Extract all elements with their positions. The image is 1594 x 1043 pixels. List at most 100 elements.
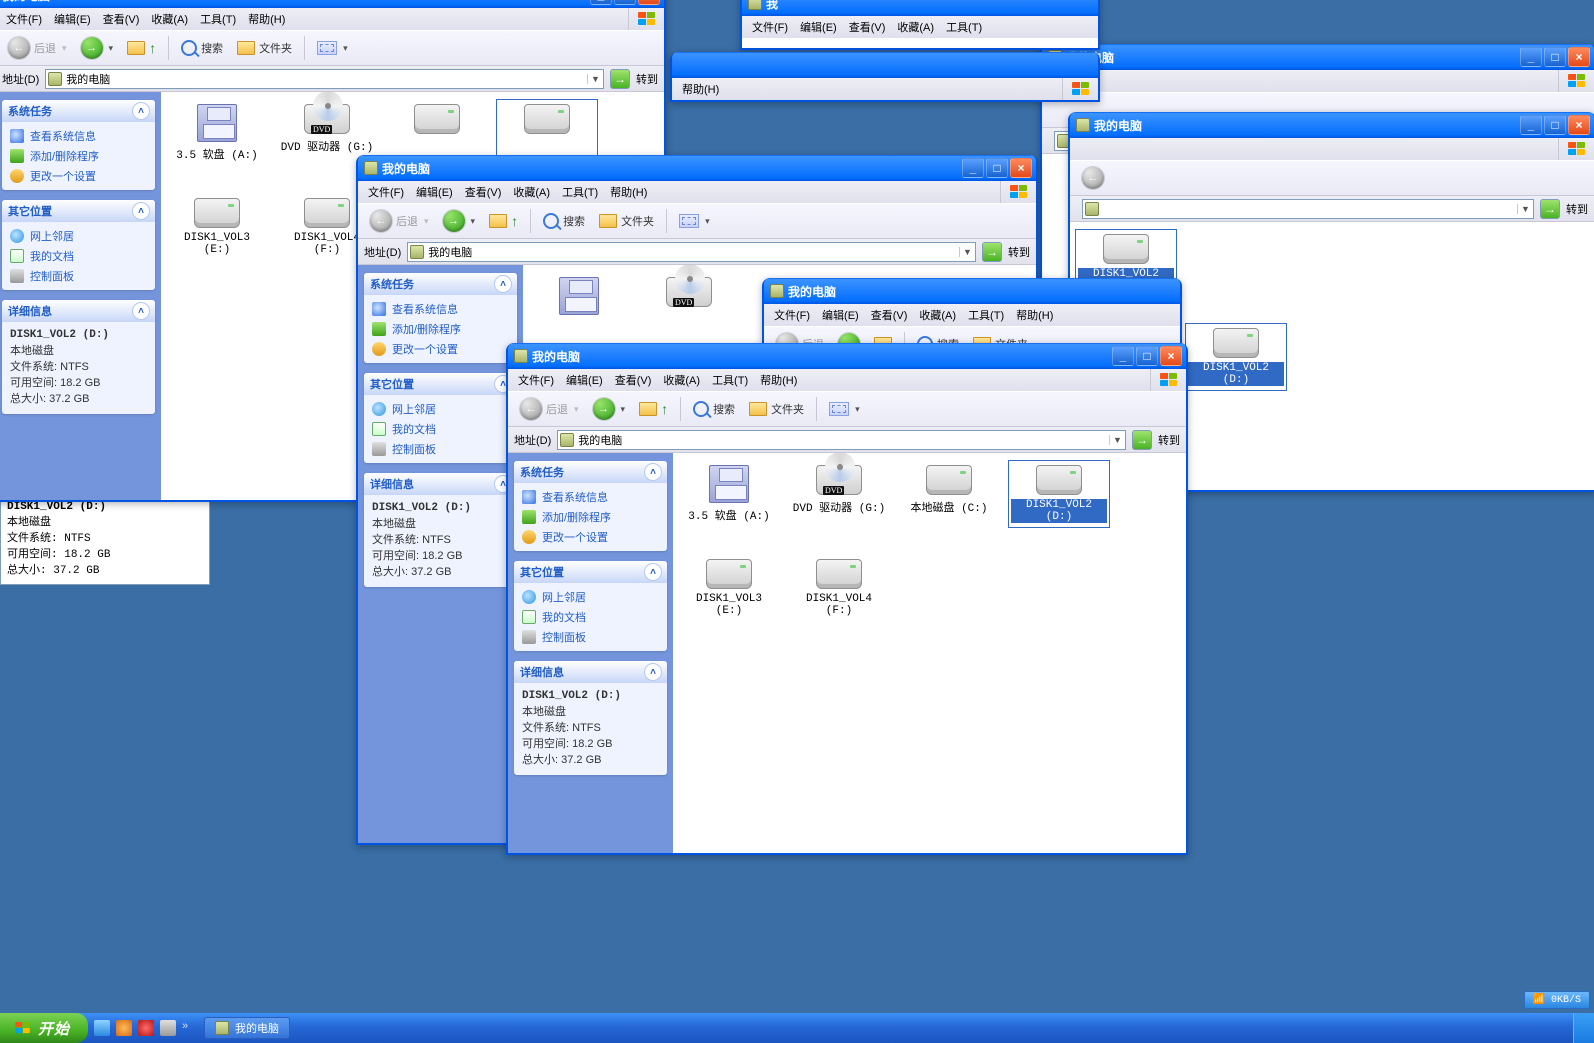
minimize-button[interactable]: _ xyxy=(1112,346,1134,366)
views-button[interactable]: ▾ xyxy=(823,395,866,423)
drive-item-dvd[interactable]: DVD xyxy=(639,273,739,323)
minimize-button[interactable]: _ xyxy=(1520,47,1542,67)
address-input[interactable] xyxy=(62,73,587,85)
link-control-panel[interactable]: 控制面板 xyxy=(10,268,147,284)
drive-item-f[interactable]: DISK1_VOL4 (F:) xyxy=(789,555,889,621)
up-button[interactable]: ↑ xyxy=(483,207,524,235)
link-network[interactable]: 网上邻居 xyxy=(522,589,659,605)
menu-file[interactable]: 文件(F) xyxy=(362,182,410,202)
taskbar-task[interactable]: 我的电脑 xyxy=(204,1017,290,1039)
start-button[interactable]: 开始 xyxy=(0,1013,88,1043)
drive-item-floppy[interactable]: 3.5 软盘 (A:) xyxy=(679,461,779,527)
close-button[interactable]: × xyxy=(1568,47,1590,67)
search-button[interactable]: 搜索 xyxy=(687,395,741,423)
link-mydocs[interactable]: 我的文档 xyxy=(522,609,659,625)
address-combo[interactable]: ▼ xyxy=(45,69,604,89)
maximize-button[interactable]: □ xyxy=(614,0,636,5)
link-control-panel[interactable]: 控制面板 xyxy=(522,629,659,645)
drive-item-dvd[interactable]: DVDDVD 驱动器 (G:) xyxy=(789,461,889,527)
drive-item-c[interactable]: 本地磁盘 (C:) xyxy=(899,461,999,527)
drive-item-floppy[interactable] xyxy=(529,273,629,323)
link-change-setting[interactable]: 更改一个设置 xyxy=(522,529,659,545)
menu-view[interactable]: 查看(V) xyxy=(459,182,508,202)
up-button[interactable]: ↑ xyxy=(633,395,674,423)
minimize-button[interactable]: _ xyxy=(590,0,612,5)
forward-button[interactable]: →▾ xyxy=(587,395,632,423)
panel-details-header[interactable]: 详细信息˄ xyxy=(514,661,667,683)
address-dropdown-icon[interactable]: ▼ xyxy=(1109,435,1125,445)
panel-other-header[interactable]: 其它位置˄ xyxy=(2,200,155,222)
drive-item-d[interactable]: DISK1_VOL2 (D:) xyxy=(1009,461,1109,527)
link-change-setting[interactable]: 更改一个设置 xyxy=(10,168,147,184)
panel-systasks-header[interactable]: 系统任务˄ xyxy=(514,461,667,483)
maximize-button[interactable]: □ xyxy=(1544,115,1566,135)
menu-fav[interactable]: 收藏(A) xyxy=(657,370,706,390)
menu-tools[interactable]: 工具(T) xyxy=(556,182,604,202)
views-button[interactable]: ▾ xyxy=(311,34,354,62)
forward-button[interactable]: →▾ xyxy=(437,207,482,235)
maximize-button[interactable]: □ xyxy=(986,158,1008,178)
maximize-button[interactable]: □ xyxy=(1136,346,1158,366)
drive-item-e[interactable]: DISK1_VOL3 (E:) xyxy=(679,555,779,621)
maximize-button[interactable]: □ xyxy=(1544,47,1566,67)
close-button[interactable]: × xyxy=(1568,115,1590,135)
go-button[interactable]: → xyxy=(610,69,630,89)
close-button[interactable]: × xyxy=(1160,346,1182,366)
close-button[interactable]: × xyxy=(1010,158,1032,178)
menu-fav[interactable]: 收藏(A) xyxy=(507,182,556,202)
views-button[interactable]: ▾ xyxy=(673,207,716,235)
system-tray[interactable] xyxy=(1573,1013,1594,1043)
minimize-button[interactable]: _ xyxy=(962,158,984,178)
link-system-info[interactable]: 查看系统信息 xyxy=(10,128,147,144)
address-combo[interactable]: ▼ xyxy=(407,242,976,262)
go-button[interactable]: → xyxy=(1132,430,1152,450)
ql-expand-icon[interactable]: » xyxy=(182,1020,198,1036)
drive-item-d-bg2[interactable]: DISK1_VOL2 (D:) xyxy=(1186,324,1286,390)
menu-edit[interactable]: 编辑(E) xyxy=(410,182,459,202)
folders-button[interactable]: 文件夹 xyxy=(743,395,810,423)
ql-icon[interactable] xyxy=(160,1020,176,1036)
close-button[interactable]: × xyxy=(638,0,660,5)
address-combo[interactable]: ▼ xyxy=(557,430,1126,450)
ql-icon[interactable] xyxy=(94,1020,110,1036)
minimize-button[interactable]: _ xyxy=(1520,115,1542,135)
dvd-icon: DVD xyxy=(304,104,350,134)
link-add-remove[interactable]: 添加/删除程序 xyxy=(522,509,659,525)
link-add-remove[interactable]: 添加/删除程序 xyxy=(10,148,147,164)
menu-edit[interactable]: 编辑(E) xyxy=(560,370,609,390)
go-button[interactable]: → xyxy=(982,242,1002,262)
forward-button[interactable]: →▾ xyxy=(75,34,120,62)
menu-tools[interactable]: 工具(T) xyxy=(706,370,754,390)
search-button[interactable]: 搜索 xyxy=(175,34,229,62)
folder-icon xyxy=(749,402,767,416)
add-remove-icon xyxy=(10,149,24,163)
back-button: ←后退▾ xyxy=(2,34,73,62)
menu-view[interactable]: 查看(V) xyxy=(609,370,658,390)
panel-details-header[interactable]: 详细信息˄ xyxy=(2,300,155,322)
folders-button[interactable]: 文件夹 xyxy=(231,34,298,62)
ql-icon[interactable] xyxy=(116,1020,132,1036)
ql-icon[interactable] xyxy=(138,1020,154,1036)
drive-label: 本地磁盘 (C:) xyxy=(910,499,987,515)
menu-help[interactable]: 帮助(H) xyxy=(754,370,803,390)
panel-systasks-header[interactable]: 系统任务˄ xyxy=(2,100,155,122)
views-icon xyxy=(317,41,337,55)
search-icon xyxy=(543,213,559,229)
search-button[interactable]: 搜索 xyxy=(537,207,591,235)
address-dropdown-icon[interactable]: ▼ xyxy=(587,74,603,84)
link-system-info[interactable]: 查看系统信息 xyxy=(522,489,659,505)
folders-button[interactable]: 文件夹 xyxy=(593,207,660,235)
drive-item-floppy[interactable]: 3.5 软盘 (A:) xyxy=(167,100,267,166)
titlebar[interactable]: 我的电脑 _ □ × xyxy=(508,343,1186,369)
address-dropdown-icon[interactable]: ▼ xyxy=(959,247,975,257)
link-mydocs[interactable]: 我的文档 xyxy=(10,248,147,264)
drive-item-e[interactable]: DISK1_VOL3 (E:) xyxy=(167,194,267,260)
titlebar[interactable]: 我的电脑 _ □ × xyxy=(358,155,1036,181)
up-button[interactable]: ↑ xyxy=(121,34,162,62)
address-input[interactable] xyxy=(424,246,959,258)
menu-help[interactable]: 帮助(H) xyxy=(604,182,653,202)
link-network[interactable]: 网上邻居 xyxy=(10,228,147,244)
panel-other-header[interactable]: 其它位置˄ xyxy=(514,561,667,583)
menu-file[interactable]: 文件(F) xyxy=(512,370,560,390)
address-input[interactable] xyxy=(574,434,1109,446)
